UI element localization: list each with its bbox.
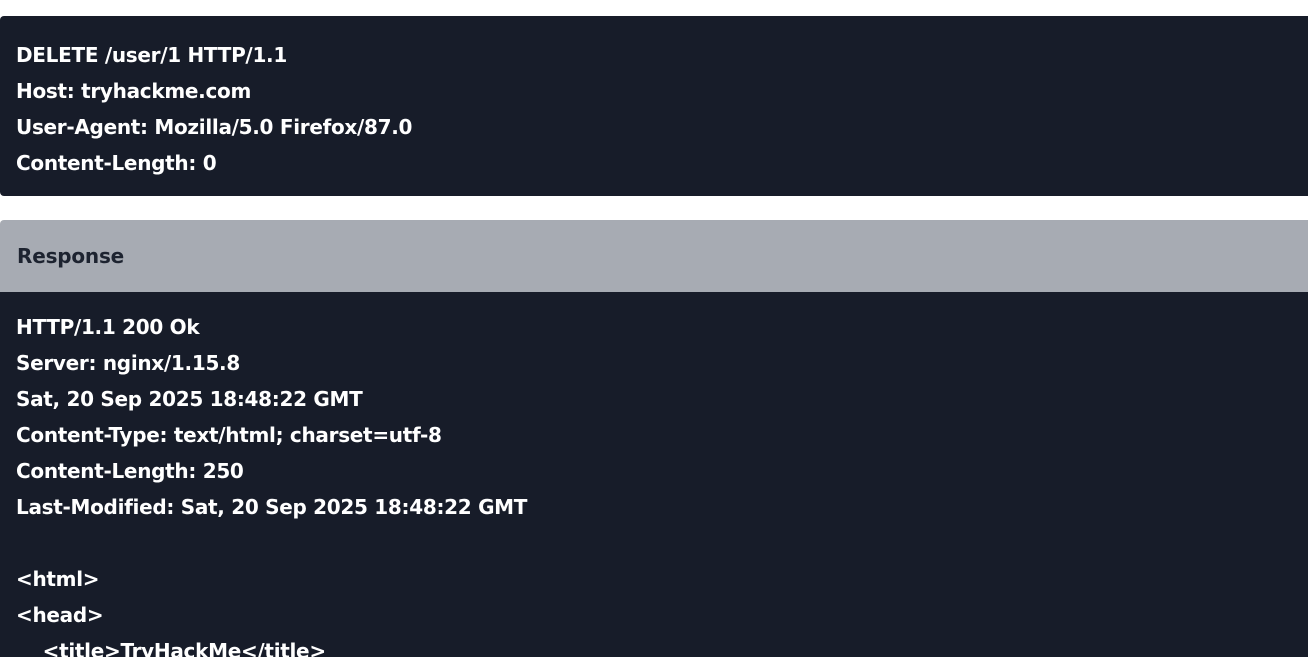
response-body-head-open: <head> bbox=[16, 603, 104, 627]
response-section-title: Response bbox=[0, 220, 1308, 292]
response-content-length-header: Content-Length: 250 bbox=[16, 459, 244, 483]
response-date-line: Sat, 20 Sep 2025 18:48:22 GMT bbox=[16, 387, 363, 411]
response-status-line: HTTP/1.1 200 Ok bbox=[16, 315, 200, 339]
request-host-header: Host: tryhackme.com bbox=[16, 79, 251, 103]
response-server-header: Server: nginx/1.15.8 bbox=[16, 351, 240, 375]
response-content-type-header: Content-Type: text/html; charset=utf-8 bbox=[16, 423, 442, 447]
request-code-block: DELETE /user/1 HTTP/1.1 Host: tryhackme.… bbox=[0, 16, 1308, 196]
response-last-modified-header: Last-Modified: Sat, 20 Sep 2025 18:48:22… bbox=[16, 495, 528, 519]
http-example-panel: DELETE /user/1 HTTP/1.1 Host: tryhackme.… bbox=[0, 0, 1308, 657]
request-user-agent-header: User-Agent: Mozilla/5.0 Firefox/87.0 bbox=[16, 115, 413, 139]
response-code-block: HTTP/1.1 200 Ok Server: nginx/1.15.8 Sat… bbox=[0, 292, 1308, 657]
request-content-length-header: Content-Length: 0 bbox=[16, 151, 217, 175]
response-body-title: <title>TryHackMe</title> bbox=[16, 639, 326, 657]
response-body-html-open: <html> bbox=[16, 567, 100, 591]
response-blank-line bbox=[16, 525, 1292, 561]
request-line: DELETE /user/1 HTTP/1.1 bbox=[16, 43, 287, 67]
